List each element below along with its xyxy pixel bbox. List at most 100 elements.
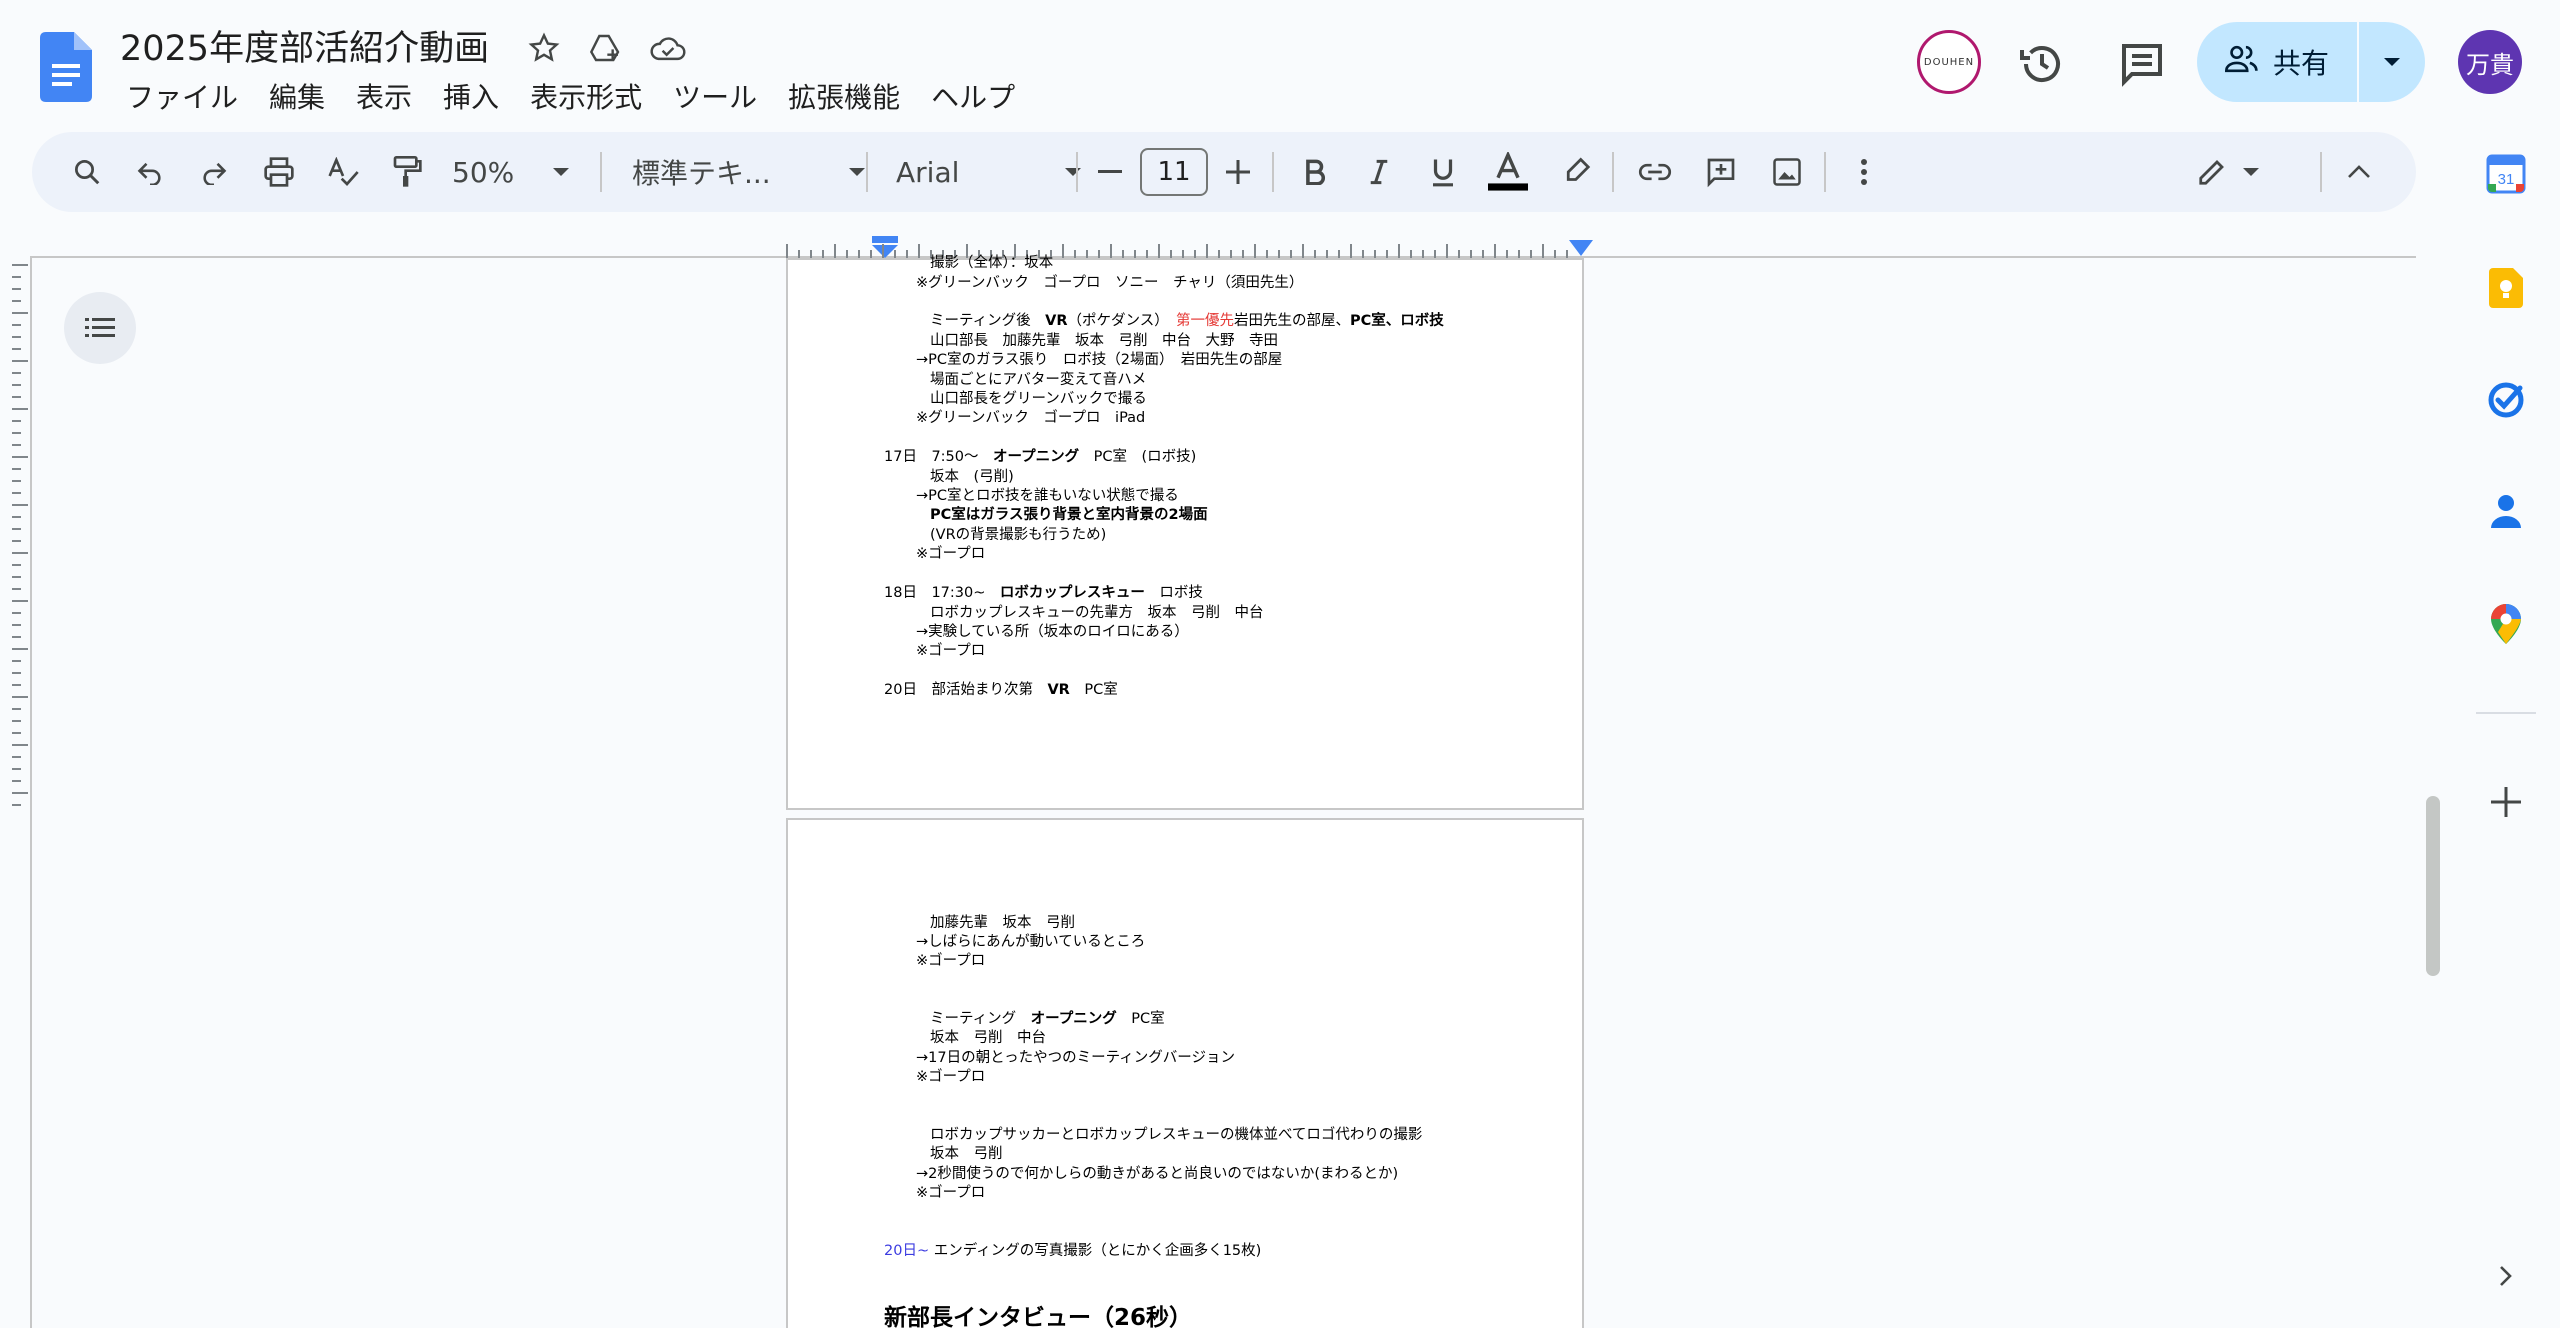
menu-tools[interactable]: ツール	[673, 76, 757, 116]
menu-edit[interactable]: 編集	[269, 76, 325, 116]
ruler-tick	[12, 396, 21, 398]
ruler-tick	[12, 804, 21, 806]
document-page[interactable]: 撮影（全体）：坂本 ※グリーンバック ゴープロ ソニー チャリ（須田先生） ミー…	[786, 255, 1584, 810]
insert-link-icon[interactable]	[1628, 132, 1682, 212]
font-family-value: Arial	[896, 155, 960, 189]
font-size-input[interactable]: 11	[1140, 148, 1208, 196]
ruler-tick	[1302, 244, 1304, 258]
menu-view[interactable]: 表示	[356, 76, 412, 116]
ruler-tick	[1182, 250, 1184, 258]
ruler-tick	[1518, 250, 1520, 258]
ruler-tick	[12, 492, 21, 494]
horizontal-ruler[interactable]	[786, 236, 1593, 258]
highlight-color-icon[interactable]	[1552, 132, 1602, 212]
ruler-tick	[12, 324, 21, 326]
search-menus-icon[interactable]	[62, 132, 112, 212]
bold-icon[interactable]	[1290, 132, 1340, 212]
page-text-line: 20日~ エンディングの写真撮影（とにかく企画多く15枚)	[884, 1242, 1261, 1261]
ruler-tick	[1122, 250, 1124, 258]
page-text: →PC室とロボ技を誰もいない状態で撮る	[916, 488, 1179, 504]
share-button[interactable]: 共有	[2197, 22, 2425, 102]
paragraph-style-select[interactable]: 標準テキ...	[622, 132, 876, 212]
undo-icon[interactable]	[128, 132, 172, 212]
ruler-tick	[12, 600, 28, 602]
ruler-tick	[1506, 250, 1508, 258]
italic-icon[interactable]	[1354, 132, 1404, 212]
star-icon[interactable]	[524, 26, 564, 70]
ruler-tick	[12, 348, 21, 350]
ruler-tick	[894, 250, 896, 258]
decrease-font-size-icon[interactable]	[1090, 132, 1130, 212]
comments-icon[interactable]	[2118, 40, 2166, 88]
hide-menus-icon[interactable]	[2334, 132, 2384, 212]
ruler-tick	[12, 264, 28, 266]
ruler-tick	[12, 780, 21, 782]
ruler-tick	[12, 300, 21, 302]
keep-app-icon[interactable]	[2474, 256, 2538, 320]
editing-mode-select[interactable]	[2176, 132, 2280, 212]
docs-logo-icon[interactable]	[40, 32, 92, 102]
print-icon[interactable]	[256, 132, 302, 212]
text-run: ミーティング	[930, 1011, 1031, 1027]
more-options-icon[interactable]	[1844, 132, 1884, 212]
spellcheck-icon[interactable]	[320, 132, 366, 212]
page-text: ロボカップレスキューの先輩方 坂本 弓削 中台	[930, 605, 1264, 621]
text-run-bold: PC室、ロボ技	[1350, 313, 1444, 329]
text-color-icon[interactable]	[1480, 132, 1536, 212]
page-text: 坂本 (弓削)	[930, 469, 1014, 485]
contacts-app-icon[interactable]	[2474, 480, 2538, 544]
tasks-app-icon[interactable]	[2474, 368, 2538, 432]
version-history-icon[interactable]	[2018, 40, 2066, 88]
document-page[interactable]: 加藤先輩 坂本 弓削 →しばらにあんが動いているところ ※ゴープロ ミーティング…	[786, 818, 1584, 1328]
vertical-scrollbar[interactable]	[2426, 796, 2440, 976]
paint-format-icon[interactable]	[384, 132, 430, 212]
text-run-bold: VR	[1045, 313, 1068, 329]
increase-font-size-icon[interactable]	[1218, 132, 1258, 212]
text-run-bold: オープニング	[1030, 1011, 1117, 1027]
insert-image-icon[interactable]	[1760, 132, 1814, 212]
ruler-tick	[12, 288, 21, 290]
menu-insert[interactable]: 挿入	[443, 76, 499, 116]
cloud-saved-icon[interactable]	[648, 26, 688, 70]
redo-icon[interactable]	[192, 132, 236, 212]
formatting-toolbar: 50% 標準テキ... Arial 11	[32, 132, 2416, 212]
get-addons-icon[interactable]	[2474, 770, 2538, 834]
underline-icon[interactable]	[1418, 132, 1468, 212]
share-main[interactable]: 共有	[2197, 22, 2357, 102]
toolbar-divider	[1824, 152, 1826, 192]
text-run: PC室 (ロボ技)	[1079, 449, 1197, 465]
avatar[interactable]: 万貴	[2458, 30, 2522, 94]
document-outline-button[interactable]	[64, 292, 136, 364]
move-to-drive-icon[interactable]	[586, 26, 626, 70]
ruler-tick	[1290, 250, 1292, 258]
maps-app-icon[interactable]	[2474, 592, 2538, 656]
share-dropdown[interactable]	[2359, 56, 2425, 68]
menu-extensions[interactable]: 拡張機能	[788, 76, 900, 116]
ruler-tick	[882, 244, 884, 258]
page-text: ※ゴープロ	[916, 643, 986, 659]
caret-down-icon	[2384, 58, 2400, 66]
text-run: （ポケダンス）	[1067, 313, 1176, 329]
douhen-badge[interactable]: DOUHEN	[1917, 30, 1981, 94]
page-text: →17日の朝とったやつのミーティングバージョン	[916, 1050, 1236, 1066]
vertical-ruler[interactable]	[12, 258, 30, 808]
menu-help[interactable]: ヘルプ	[931, 76, 1015, 116]
calendar-app-icon[interactable]: 31	[2474, 142, 2538, 206]
menu-format[interactable]: 表示形式	[530, 76, 642, 116]
title-actions	[524, 26, 688, 70]
ruler-tick	[1326, 250, 1328, 258]
font-family-select[interactable]: Arial	[886, 132, 1092, 212]
menu-bar: ファイル 編集 表示 挿入 表示形式 ツール 拡張機能 ヘルプ	[126, 76, 1015, 116]
add-comment-icon[interactable]	[1694, 132, 1748, 212]
text-run: 20日 部活始まり次第	[884, 682, 1048, 698]
page-text: 加藤先輩 坂本 弓削	[930, 915, 1075, 931]
document-title[interactable]: 2025年度部活紹介動画	[120, 20, 489, 71]
text-run-bold: VR	[1047, 682, 1070, 698]
text-run: ミーティング後	[930, 313, 1046, 329]
expand-side-panel-icon[interactable]	[2474, 1244, 2538, 1308]
page-text-line: 20日 部活始まり次第 VR PC室	[884, 681, 1118, 700]
zoom-select[interactable]: 50%	[446, 132, 576, 212]
caret-down-icon	[553, 168, 569, 176]
text-run-bold: オープニング	[993, 449, 1080, 465]
menu-file[interactable]: ファイル	[126, 76, 238, 116]
